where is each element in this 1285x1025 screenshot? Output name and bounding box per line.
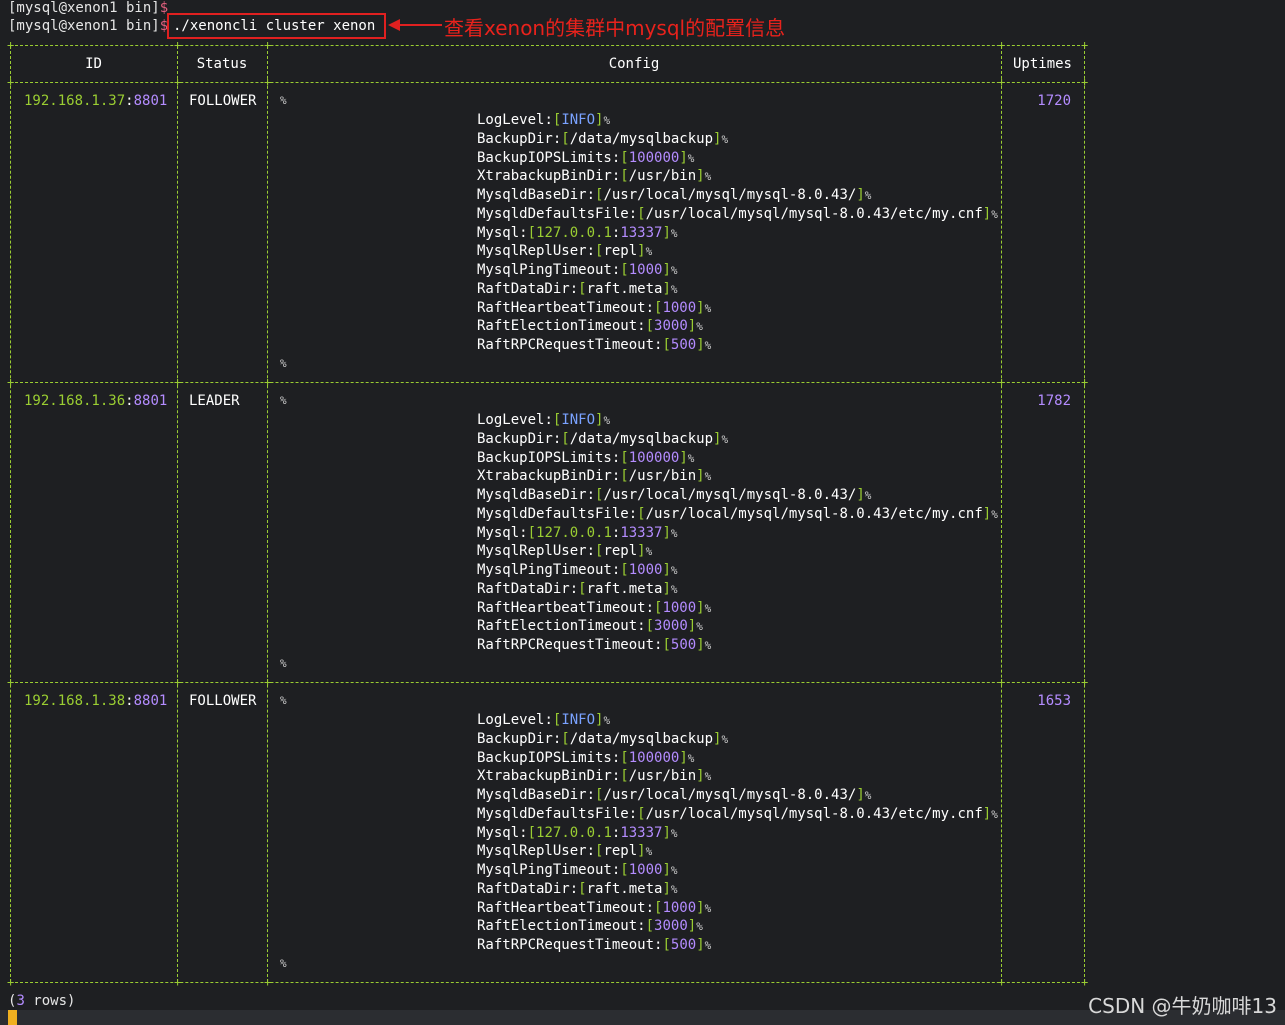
config-entry: MysqldDefaultsFile:[/usr/local/mysql/mys… xyxy=(477,805,998,822)
header-status: Status xyxy=(196,56,248,72)
config-entry: BackupDir:[/data/mysqlbackup]% xyxy=(477,730,729,747)
config-entry: XtrabackupBinDir:[/usr/bin]% xyxy=(477,468,712,485)
config-close-marker: % xyxy=(280,957,287,970)
table-border-line xyxy=(10,682,1085,683)
config-entry: MysqldBaseDir:[/usr/local/mysql/mysql-8.… xyxy=(477,487,872,503)
config-close-marker: % xyxy=(280,657,287,670)
terminal-cursor xyxy=(8,1010,17,1025)
config-entry: BackupDir:[/data/mysqlbackup]% xyxy=(477,130,729,147)
config-entry: Mysql:[127.0.0.1:13337]% xyxy=(477,524,678,541)
header-id: ID xyxy=(85,56,102,72)
table-border-line xyxy=(10,45,1085,46)
config-entry: MysqlPingTimeout:[1000]% xyxy=(477,862,678,878)
config-entry: RaftDataDir:[raft.meta]% xyxy=(477,580,678,597)
table-column-divider xyxy=(1084,46,1085,982)
config-entry: MysqldBaseDir:[/usr/local/mysql/mysql-8.… xyxy=(477,187,872,203)
config-entry: RaftElectionTimeout:[3000]% xyxy=(477,318,703,335)
config-entry: MysqlReplUser:[repl]% xyxy=(477,843,653,860)
config-entry: MysqlReplUser:[repl]% xyxy=(477,243,653,260)
config-entry: RaftHeartbeatTimeout:[1000]% xyxy=(477,299,712,316)
annotation-arrow-icon xyxy=(388,19,442,31)
table-column-divider xyxy=(267,46,268,982)
config-entry: RaftDataDir:[raft.meta]% xyxy=(477,880,678,897)
row-uptime: 1653 xyxy=(1037,693,1071,709)
config-entry: XtrabackupBinDir:[/usr/bin]% xyxy=(477,768,712,785)
row-id: 192.168.1.36:8801 xyxy=(24,393,168,409)
watermark: CSDN @牛奶咖啡13 xyxy=(1088,994,1277,1018)
config-entry: LogLevel:[INFO]% xyxy=(477,412,611,428)
header-uptimes: Uptimes xyxy=(1012,56,1072,72)
row-id: 192.168.1.38:8801 xyxy=(24,693,168,709)
config-entry: RaftDataDir:[raft.meta]% xyxy=(477,280,678,297)
config-entry: RaftHeartbeatTimeout:[1000]% xyxy=(477,899,712,916)
table-column-divider xyxy=(177,46,178,982)
config-entry: MysqldDefaultsFile:[/usr/local/mysql/mys… xyxy=(477,205,998,222)
table-column-divider xyxy=(1001,46,1002,982)
row-count: (3 rows) xyxy=(8,993,76,1009)
header-config: Config xyxy=(608,56,660,72)
config-entry: RaftElectionTimeout:[3000]% xyxy=(477,618,703,635)
config-entry: BackupIOPSLimits:[100000]% xyxy=(477,449,695,466)
table-border-line xyxy=(10,382,1085,383)
row-uptime: 1720 xyxy=(1037,93,1071,109)
config-open-marker: % xyxy=(280,694,287,707)
config-entry: RaftRPCRequestTimeout:[500]% xyxy=(477,637,712,653)
config-close-marker: % xyxy=(280,357,287,370)
config-entry: MysqldDefaultsFile:[/usr/local/mysql/mys… xyxy=(477,505,998,522)
config-entry: LogLevel:[INFO]% xyxy=(477,112,611,128)
config-entry: MysqlReplUser:[repl]% xyxy=(477,543,653,560)
config-entry: BackupIOPSLimits:[100000]% xyxy=(477,749,695,766)
annotation-text: 查看xenon的集群中mysql的配置信息 xyxy=(444,16,786,40)
prompt-line-2: [mysql@xenon1 bin]$ xyxy=(8,18,169,34)
config-entry: RaftRPCRequestTimeout:[500]% xyxy=(477,337,712,353)
config-entry: MysqlPingTimeout:[1000]% xyxy=(477,562,678,578)
config-open-marker: % xyxy=(280,94,287,107)
config-entry: BackupDir:[/data/mysqlbackup]% xyxy=(477,430,729,447)
config-entry: XtrabackupBinDir:[/usr/bin]% xyxy=(477,168,712,185)
config-entry: LogLevel:[INFO]% xyxy=(477,712,611,728)
table-border-line xyxy=(10,982,1085,983)
row-status: FOLLOWER xyxy=(189,93,257,109)
config-entry: Mysql:[127.0.0.1:13337]% xyxy=(477,224,678,241)
config-entry: RaftRPCRequestTimeout:[500]% xyxy=(477,937,712,953)
command-text: ./xenoncli cluster xenon xyxy=(173,18,376,34)
config-entry: RaftHeartbeatTimeout:[1000]% xyxy=(477,599,712,616)
row-status: LEADER xyxy=(189,393,240,409)
config-entry: RaftElectionTimeout:[3000]% xyxy=(477,918,703,935)
table-border-line xyxy=(10,82,1085,83)
config-entry: MysqldBaseDir:[/usr/local/mysql/mysql-8.… xyxy=(477,787,872,803)
row-id: 192.168.1.37:8801 xyxy=(24,93,168,109)
config-entry: MysqlPingTimeout:[1000]% xyxy=(477,262,678,278)
table-column-divider xyxy=(10,46,11,982)
config-entry: Mysql:[127.0.0.1:13337]% xyxy=(477,824,678,841)
config-entry: BackupIOPSLimits:[100000]% xyxy=(477,149,695,166)
config-open-marker: % xyxy=(280,394,287,407)
row-status: FOLLOWER xyxy=(189,693,257,709)
row-uptime: 1782 xyxy=(1037,393,1071,409)
prompt-line-1: [mysql@xenon1 bin]$ xyxy=(8,0,169,16)
